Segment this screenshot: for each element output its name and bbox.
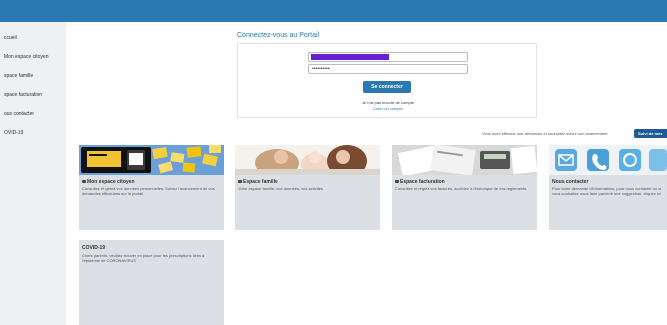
card-description: Consultez et gérez vos données personnel… [82,186,215,196]
create-account-link[interactable]: Créer un compte [238,106,538,111]
card-nous-contacter[interactable]: Nous contacter Pour toute demande d'info… [549,145,667,230]
sidebar-item-famille[interactable]: space famille [4,73,33,79]
lock-icon [238,180,242,183]
card-espace-famille[interactable]: Espace famille Votre espace famille, vos… [235,145,380,230]
no-account-text: Je n'ai pas encore de compte [361,100,415,105]
card-covid[interactable]: COVID-19 Chers parents, veuillez trouver… [79,240,224,325]
card-title: Nous contacter [552,179,589,185]
card-description: Votre espace famille, vos données, vos a… [238,186,323,191]
card-espace-facturation[interactable]: Espace facturation Consultez et réglez v… [392,145,537,230]
lock-icon [395,180,399,183]
login-title: Connectez-vous au Portail [237,32,320,39]
lock-icon [82,180,86,183]
card-title: COVID-19 [82,245,106,251]
card-title: Mon espace citoyen [87,179,135,185]
citoyen-image [79,145,224,175]
card-description: Chers parents, veuillez trouver en place… [82,253,205,263]
tracking-button[interactable]: Suivi de mes [634,129,667,138]
sidebar: ccueil Mon espace citoyen space famille … [0,22,66,325]
top-header-bar [0,0,667,22]
card-description: Pour toute demande d'informations, pour … [552,186,662,196]
sidebar-item-contact[interactable]: ous contacter [4,111,34,117]
contact-image [549,145,667,175]
login-panel: Se connecter Je n'ai pas encore de compt… [237,43,537,118]
sidebar-item-accueil[interactable]: ccueil [4,35,17,41]
family-image [235,145,380,175]
sidebar-item-covid[interactable]: OVID-19 [4,130,23,136]
username-redaction [311,54,389,60]
billing-image [392,145,537,175]
sidebar-item-facturation[interactable]: space facturation [4,92,42,98]
card-description: Consultez et réglez vos factures, accéde… [395,186,527,191]
sidebar-item-citoyen[interactable]: Mon espace citoyen [4,54,48,60]
card-espace-citoyen[interactable]: Mon espace citoyen Consultez et gérez vo… [79,145,224,230]
card-title: Espace famille [243,179,278,185]
card-title: Espace facturation [400,179,445,185]
password-field[interactable] [308,64,468,74]
login-button[interactable]: Se connecter [363,81,411,93]
tracking-notice: Vous avez effectué une démarche et souha… [482,131,608,136]
